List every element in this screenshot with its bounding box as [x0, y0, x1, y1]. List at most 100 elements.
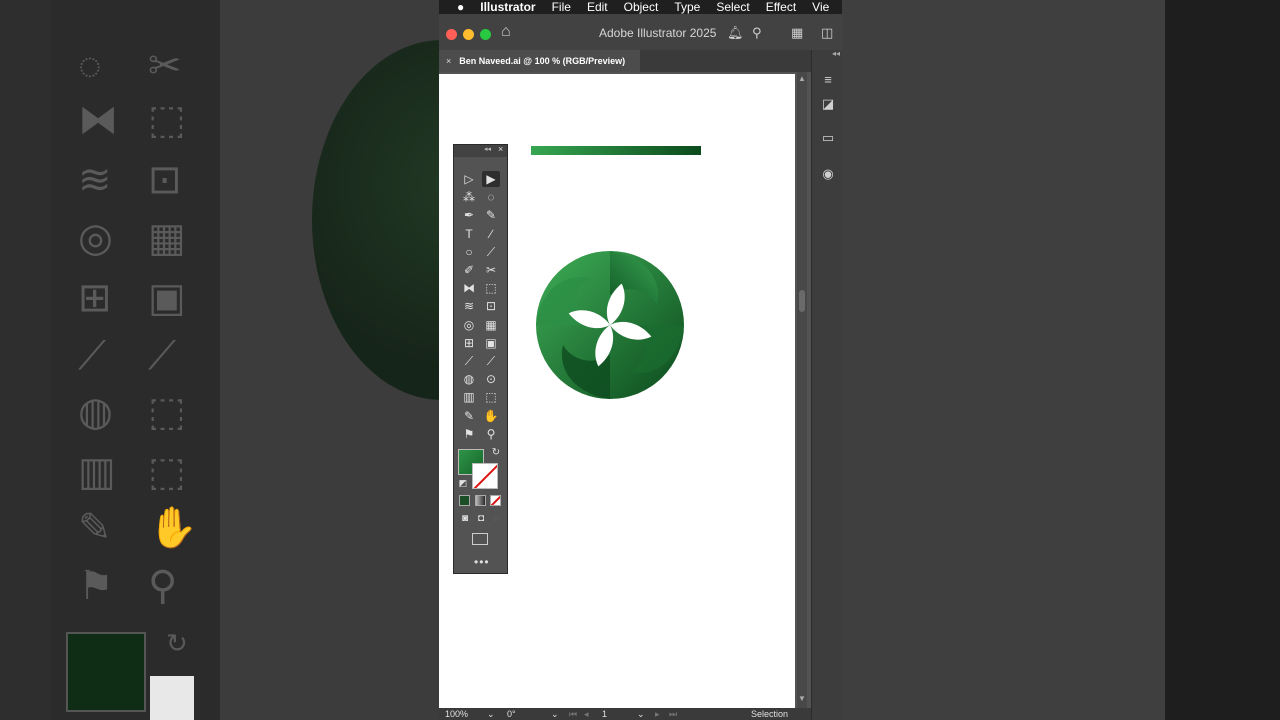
menu-file[interactable]: File: [536, 0, 571, 14]
bg-artboard-icon: ⬚: [148, 450, 186, 494]
app-titlebar: ⌂ Adobe Illustrator 2025 🔔︎ ⚲ ▦ ◫: [439, 14, 842, 50]
right-panel-dock: ◂◂ ≡ ◪ ▭ ◉: [811, 49, 842, 720]
selection-tool-icon[interactable]: ▷: [460, 171, 478, 187]
document-tab[interactable]: × Ben Naveed.ai @ 100 % (RGB/Preview): [439, 50, 640, 72]
color-mode-button[interactable]: [459, 495, 470, 506]
status-bar: 100% ⌄ 0° ⌄ ⏮ ◂ 1 ⌄ ▸ ⏭ Selection: [439, 708, 811, 720]
menu-view[interactable]: Vie: [796, 0, 829, 14]
menu-type[interactable]: Type: [658, 0, 700, 14]
zoom-window-button[interactable]: [480, 29, 491, 40]
paintbrush-tool-icon[interactable]: ⟋: [482, 244, 500, 260]
last-artboard-icon[interactable]: ⏭: [669, 709, 677, 720]
puppet-warp-tool-icon[interactable]: ⚑: [460, 426, 478, 442]
bg-mesh-icon: ⊞: [78, 276, 112, 320]
screen-mode-icon[interactable]: [472, 533, 488, 545]
workspace-icon[interactable]: ▦: [791, 25, 803, 41]
gradient-panel-icon[interactable]: ▭: [820, 130, 836, 146]
mesh-tool-icon[interactable]: ⊞: [460, 335, 478, 351]
ellipse-tool-icon[interactable]: ○: [460, 244, 478, 260]
lasso-tool-icon[interactable]: ◌: [482, 189, 500, 205]
direct-selection-tool-icon[interactable]: ▶: [482, 171, 500, 187]
slice-tool-icon[interactable]: ✎: [460, 408, 478, 424]
gradient-tool-icon[interactable]: ▣: [482, 335, 500, 351]
vertical-scrollbar[interactable]: ▲ ▼: [797, 72, 807, 708]
blend-tool-icon[interactable]: ◍: [460, 371, 478, 387]
panel-collapse-icon[interactable]: ◂◂: [484, 145, 491, 153]
apple-menu-icon[interactable]: ●: [439, 0, 464, 14]
search-icon[interactable]: ⚲: [752, 25, 762, 41]
menu-app-name[interactable]: Illustrator: [464, 0, 535, 14]
edit-toolbar-icon[interactable]: •••: [474, 555, 490, 569]
dock-collapse-icon[interactable]: ◂◂: [832, 49, 840, 58]
draw-inside-icon[interactable]: ◌: [487, 511, 505, 527]
scroll-down-icon[interactable]: ▼: [798, 694, 806, 703]
panel-close-icon[interactable]: ×: [498, 144, 503, 154]
hand-tool-icon[interactable]: ✋: [482, 408, 500, 424]
magic-wand-tool-icon[interactable]: ⁂: [460, 189, 478, 205]
artboard[interactable]: ◂◂ × ▷ ▶ ⁂ ◌ ✒ ✎ T ∕ ○ ⟋ ✐ ✂ ⧓ ⬚ ≋ ⊡ ◎ ▦ ⊞ ▣ ⟋ ⟋ ◍ ⊙ ▥ ⬚ ✎ ✋ ⚑ ⚲ ↻ ◩ …: [439, 74, 795, 708]
symbol-sprayer-tool-icon[interactable]: ⊙: [482, 371, 500, 387]
artboard-tool-icon[interactable]: ⬚: [482, 389, 500, 405]
menu-edit[interactable]: Edit: [571, 0, 608, 14]
tools-panel: ◂◂ × ▷ ▶ ⁂ ◌ ✒ ✎ T ∕ ○ ⟋ ✐ ✂ ⧓ ⬚ ≋ ⊡ ◎ ▦ ⊞ ▣ ⟋ ⟋ ◍ ⊙ ▥ ⬚ ✎ ✋ ⚑ ⚲ ↻ ◩ …: [453, 144, 508, 574]
free-transform-tool-icon[interactable]: ⊡: [482, 298, 500, 314]
home-icon[interactable]: ⌂: [501, 23, 519, 41]
bg-reflect-icon: ⧓: [78, 98, 118, 142]
scroll-up-icon[interactable]: ▲: [798, 74, 806, 83]
default-colors-icon[interactable]: ◩: [454, 475, 472, 491]
pen-tool-icon[interactable]: ✒: [460, 207, 478, 223]
menu-select[interactable]: Select: [700, 0, 749, 14]
scroll-thumb[interactable]: [799, 290, 805, 312]
tools-panel-header[interactable]: ◂◂ ×: [454, 144, 507, 157]
rotation-dropdown-icon[interactable]: ⌄: [551, 709, 559, 720]
perspective-grid-tool-icon[interactable]: ▦: [482, 317, 500, 333]
shaper-tool-icon[interactable]: ✐: [460, 262, 478, 278]
properties-panel-icon[interactable]: ≡: [820, 72, 836, 88]
zoom-dropdown-icon[interactable]: ⌄: [487, 709, 495, 720]
transparency-panel-icon[interactable]: ◪: [820, 96, 836, 112]
artboard-dropdown-icon[interactable]: ⌄: [637, 709, 645, 720]
menu-effect[interactable]: Effect: [750, 0, 796, 14]
bg-slice-icon: ✎: [78, 506, 112, 550]
zoom-level[interactable]: 100%: [445, 709, 468, 719]
bg-right-dark: [1165, 0, 1280, 720]
bg-shapebuilder-icon: ◎: [78, 216, 113, 260]
scissors-tool-icon[interactable]: ✂: [482, 262, 500, 278]
warp-tool-icon[interactable]: ≋: [460, 298, 478, 314]
prev-artboard-icon[interactable]: ◂: [584, 709, 589, 720]
stroke-swatch[interactable]: [472, 463, 498, 489]
next-artboard-icon[interactable]: ▸: [655, 709, 660, 720]
appearance-panel-icon[interactable]: ◉: [820, 166, 836, 182]
eyedropper-tool-icon[interactable]: ⟋: [460, 353, 478, 369]
menu-object[interactable]: Object: [608, 0, 659, 14]
type-tool-icon[interactable]: T: [460, 226, 478, 242]
scale-tool-icon[interactable]: ⬚: [482, 280, 500, 296]
gradient-mode-button[interactable]: [475, 495, 486, 506]
close-window-button[interactable]: [446, 29, 457, 40]
bg-transform-icon: ⊡: [148, 158, 182, 202]
bell-icon[interactable]: 🔔︎: [727, 25, 744, 41]
column-graph-tool-icon[interactable]: ▥: [460, 389, 478, 405]
canvas-area[interactable]: ◂◂ × ▷ ▶ ⁂ ◌ ✒ ✎ T ∕ ○ ⟋ ✐ ✂ ⧓ ⬚ ≋ ⊡ ◎ ▦ ⊞ ▣ ⟋ ⟋ ◍ ⊙ ▥ ⬚ ✎ ✋ ⚑ ⚲ ↻ ◩ …: [439, 72, 807, 708]
bg-graph-icon: ▥: [78, 450, 116, 494]
bg-measure-icon: ⟋: [148, 334, 176, 378]
line-segment-tool-icon[interactable]: ∕: [482, 226, 500, 242]
artboard-number[interactable]: 1: [602, 709, 607, 719]
swap-fill-stroke-icon[interactable]: ↻: [487, 445, 505, 461]
zoom-tool-icon[interactable]: ⚲: [482, 426, 500, 442]
bg-zoom-icon: ⚲: [148, 564, 178, 608]
first-artboard-icon[interactable]: ⏮: [569, 709, 577, 720]
bg-eyedropper-icon: ⟋: [78, 334, 106, 378]
panel-toggle-icon[interactable]: ◫: [821, 25, 833, 41]
close-tab-icon[interactable]: ×: [446, 56, 451, 66]
rotation-value[interactable]: 0°: [507, 709, 516, 719]
reflect-tool-icon[interactable]: ⧓: [460, 280, 478, 296]
shape-builder-tool-icon[interactable]: ◎: [460, 317, 478, 333]
measure-tool-icon[interactable]: ⟋: [482, 353, 500, 369]
gradient-rectangle[interactable]: [531, 146, 701, 155]
bg-perspective-icon: ▦: [148, 216, 186, 260]
curvature-tool-icon[interactable]: ✎: [482, 207, 500, 223]
minimize-window-button[interactable]: [463, 29, 474, 40]
green-logo-artwork[interactable]: [535, 250, 685, 400]
none-mode-button[interactable]: [490, 495, 501, 506]
